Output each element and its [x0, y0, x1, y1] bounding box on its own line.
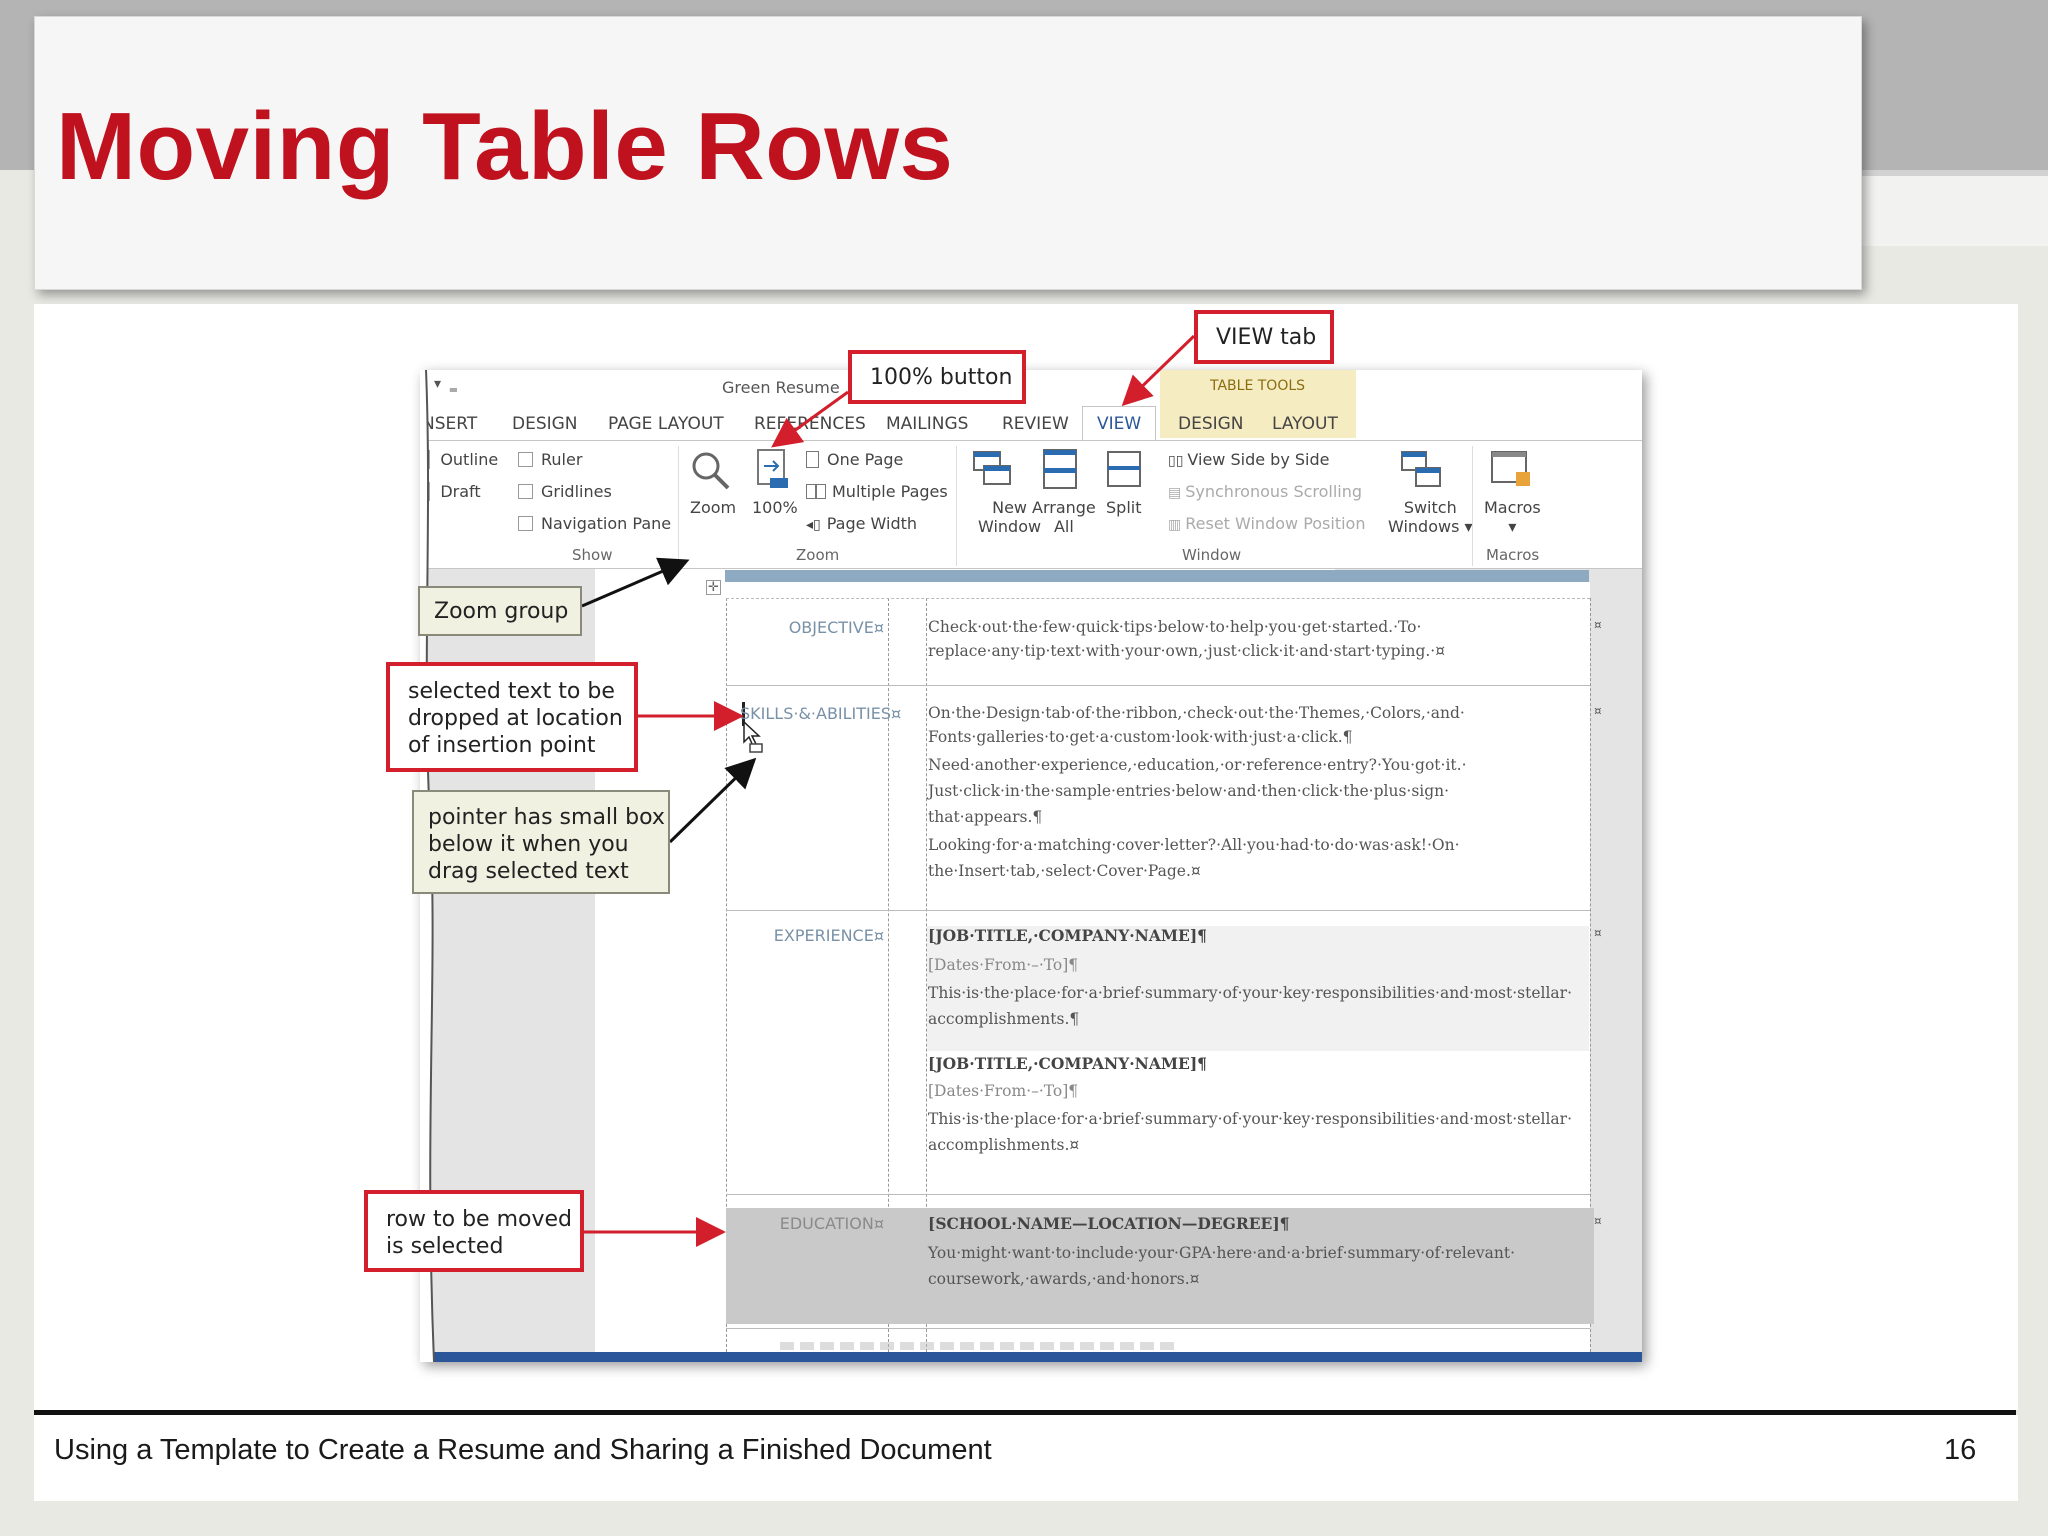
callout-line: row to be moved [386, 1207, 572, 1232]
footer-caption: Using a Template to Create a Resume and … [54, 1434, 992, 1466]
callout-line: of insertion point [408, 733, 596, 758]
callout-line: dropped at location [408, 706, 623, 731]
callout-selected-text: selected text to be dropped at location … [386, 662, 638, 772]
callout-100-button: 100% button [848, 350, 1026, 404]
callout-view-tab: VIEW tab [1194, 310, 1334, 364]
callout-line: selected text to be [408, 679, 615, 704]
callout-arrows [581, 334, 1196, 1247]
callout-row-moved: row to be moved is selected [364, 1190, 584, 1272]
callout-line: is selected [386, 1234, 504, 1259]
page-number: 16 [1944, 1434, 1977, 1466]
callout-zoom-group: Zoom group [418, 586, 582, 636]
callout-line: below it when you [428, 832, 629, 857]
footer-rule [34, 1410, 2016, 1415]
callout-line: drag selected text [428, 859, 629, 884]
callout-line: pointer has small box [428, 805, 665, 830]
callout-pointer: pointer has small box below it when you … [412, 790, 670, 894]
